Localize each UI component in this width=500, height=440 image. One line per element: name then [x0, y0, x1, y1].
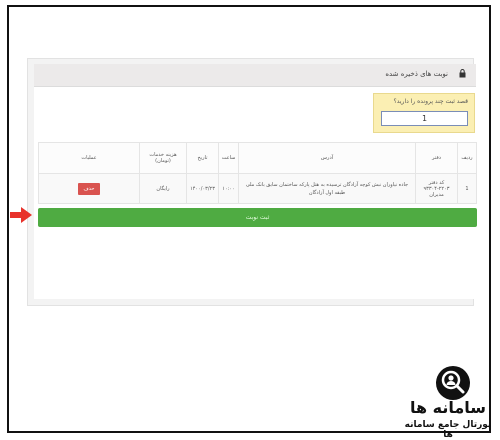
header-date: تاریخ [186, 142, 219, 174]
case-count-box: قصد ثبت چند پرونده را دارید؟ [373, 93, 475, 133]
header-address: آدرس [238, 142, 416, 174]
logo-title: سامانه ها [409, 398, 487, 417]
appointments-table: ردیف دفتر آدرس ساعت تاریخ هزینه خدمات (ت… [38, 142, 477, 204]
search-person-icon [436, 366, 470, 400]
header-index: ردیف [457, 142, 477, 174]
cell-office: کد دفتر ۲۲۰۳-۹۳۳۰۴ مدیران [415, 173, 458, 204]
logo-subtitle: پورتال جامع سامانه ها [404, 420, 492, 440]
table-row: 1 کد دفتر ۲۲۰۳-۹۳۳۰۴ مدیران جاده نیاوران… [38, 173, 477, 204]
panel-header: نوبت های ذخیره شده [34, 64, 476, 87]
cell-address: جاده نیاوران نبش کوچه آزادگان ترسیده به … [238, 173, 416, 204]
arrow-right-icon [10, 207, 32, 223]
cell-date: ۱۴۰۰/۰۳/۲۳ [186, 173, 219, 204]
cell-actions: حذف [38, 173, 140, 204]
samaneha-logo: سامانه ها پورتال جامع سامانه ها [400, 362, 491, 440]
delete-button[interactable]: حذف [77, 182, 101, 195]
submit-appointment-button[interactable]: ثبت نوبت [38, 208, 477, 227]
case-count-label: قصد ثبت چند پرونده را دارید؟ [393, 98, 468, 105]
header-fee: هزینه خدمات (تومان) [139, 142, 187, 174]
cell-time: ۱۰:۰۰ [218, 173, 239, 204]
cell-index: 1 [457, 173, 477, 204]
cell-fee: رایگان [139, 173, 187, 204]
header-actions: عملیات [38, 142, 140, 174]
header-office: دفتر [415, 142, 458, 174]
table-header-row: ردیف دفتر آدرس ساعت تاریخ هزینه خدمات (ت… [38, 142, 477, 174]
panel-title: نوبت های ذخیره شده [385, 70, 448, 78]
header-time: ساعت [218, 142, 239, 174]
lock-icon [459, 69, 466, 78]
case-count-input[interactable] [381, 111, 468, 126]
